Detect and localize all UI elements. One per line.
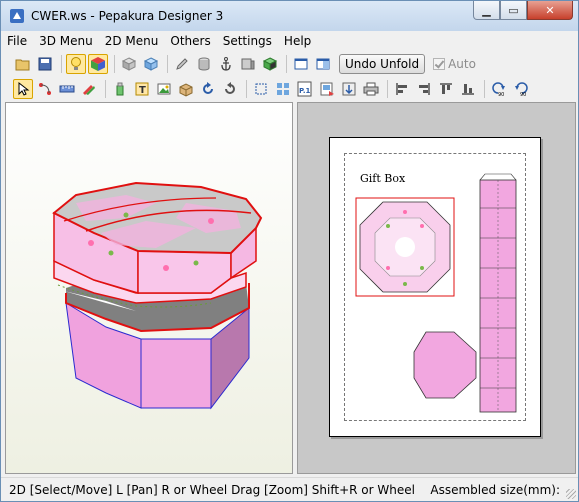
window-controls: ▁ ▭ ✕ <box>473 1 573 20</box>
pencil-icon[interactable] <box>172 54 192 74</box>
glue-bottle-icon[interactable] <box>110 79 130 99</box>
svg-text:90: 90 <box>498 92 504 97</box>
title-bar: CWER.ws - Pepakura Designer 3 ▁ ▭ ✕ <box>1 1 578 31</box>
lightbulb-icon[interactable] <box>66 54 86 74</box>
menu-others[interactable]: Others <box>164 34 216 48</box>
page-number-label: P.1 <box>299 87 311 95</box>
green-cube-icon[interactable] <box>260 54 280 74</box>
assembled-size: Assembled size(mm): <box>430 482 560 497</box>
texture-icon[interactable] <box>238 54 258 74</box>
unfolded-parts[interactable] <box>330 138 542 438</box>
toolbar-separator <box>286 55 287 73</box>
cylinder-icon[interactable] <box>194 54 214 74</box>
text-insert-icon[interactable]: T <box>132 79 152 99</box>
3d-gift-box-model[interactable] <box>6 103 294 475</box>
export-file-icon[interactable] <box>339 79 359 99</box>
image-insert-icon[interactable] <box>154 79 174 99</box>
toolbar-separator <box>114 55 115 73</box>
anchor-icon[interactable] <box>216 54 236 74</box>
svg-text:T: T <box>139 85 146 96</box>
maximize-button[interactable]: ▭ <box>500 1 527 20</box>
single-pane-icon[interactable] <box>291 54 311 74</box>
gray-cube-icon[interactable] <box>119 54 139 74</box>
status-bar: 2D [Select/Move] L [Pan] R or Wheel Drag… <box>1 477 578 501</box>
undo-unfold-button[interactable]: Undo Unfold <box>339 54 426 74</box>
page-settings-icon[interactable]: P.1 <box>295 79 315 99</box>
menu-3d[interactable]: 3D Menu <box>33 34 99 48</box>
fit-view-icon[interactable] <box>251 79 271 99</box>
ruler-icon[interactable] <box>57 79 77 99</box>
pepakura-app-icon[interactable] <box>9 8 25 24</box>
menu-settings[interactable]: Settings <box>217 34 278 48</box>
window-title: CWER.ws - Pepakura Designer 3 <box>31 9 224 23</box>
paper-sheet: Gift Box <box>329 137 541 437</box>
align-right-icon[interactable] <box>414 79 434 99</box>
status-hint: 2D [Select/Move] L [Pan] R or Wheel Drag… <box>9 482 415 497</box>
menu-help[interactable]: Help <box>278 34 317 48</box>
align-bottom-icon[interactable] <box>458 79 478 99</box>
auto-checkbox[interactable]: Auto <box>433 57 476 71</box>
blue-cube-icon[interactable] <box>141 54 161 74</box>
flip-part-icon[interactable] <box>220 79 240 99</box>
app-window: CWER.ws - Pepakura Designer 3 ▁ ▭ ✕ File… <box>0 0 579 502</box>
close-button[interactable]: ✕ <box>527 1 573 20</box>
color-pencils-icon[interactable] <box>79 79 99 99</box>
toolbar-separator <box>484 80 485 98</box>
rotate-part-icon[interactable] <box>198 79 218 99</box>
2d-view-pane[interactable]: Gift Box <box>297 102 576 474</box>
join-edges-icon[interactable] <box>35 79 55 99</box>
menu-2d[interactable]: 2D Menu <box>99 34 165 48</box>
rotate-90-ccw-icon[interactable]: 90 <box>489 79 509 99</box>
color-cube-icon[interactable] <box>88 54 108 74</box>
minimize-button[interactable]: ▁ <box>473 1 500 20</box>
toolbar-separator <box>167 55 168 73</box>
export-image-icon[interactable] <box>317 79 337 99</box>
split-pane-icon[interactable] <box>313 54 333 74</box>
auto-check-mark[interactable] <box>433 58 446 70</box>
select-cursor-icon[interactable] <box>13 79 33 99</box>
open-folder-icon[interactable] <box>13 54 33 74</box>
menu-file[interactable]: File <box>1 34 33 48</box>
align-top-icon[interactable] <box>436 79 456 99</box>
resize-grip-icon[interactable] <box>566 489 576 499</box>
rotate-90-cw-icon[interactable]: 90 <box>511 79 531 99</box>
menu-bar: File 3D Menu 2D Menu Others Settings Hel… <box>1 31 578 51</box>
toolbar-separator <box>105 80 106 98</box>
toolbar-separator <box>61 55 62 73</box>
align-left-icon[interactable] <box>392 79 412 99</box>
main-toolbar: Undo Unfold Auto <box>1 52 578 76</box>
3d-view-pane[interactable] <box>5 102 293 474</box>
svg-text:90: 90 <box>520 92 526 97</box>
save-disk-icon[interactable] <box>35 54 55 74</box>
auto-label: Auto <box>448 57 476 71</box>
edit-toolbar: T P.1 90 90 <box>1 77 578 101</box>
package-icon[interactable] <box>176 79 196 99</box>
arrange-parts-icon[interactable] <box>273 79 293 99</box>
toolbar-separator <box>387 80 388 98</box>
printer-icon[interactable] <box>361 79 381 99</box>
toolbar-separator <box>246 80 247 98</box>
